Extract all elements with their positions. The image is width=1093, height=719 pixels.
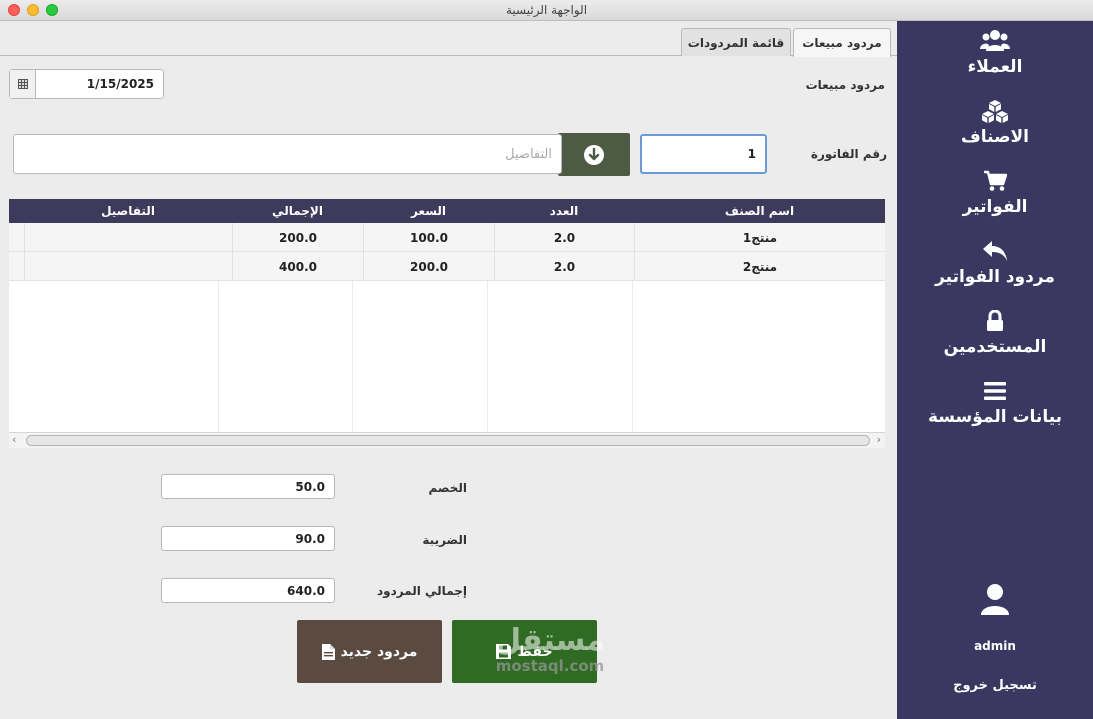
window-titlebar: الواجهة الرئيسية — [0, 0, 1093, 21]
details-input[interactable]: التفاصيل — [13, 134, 562, 174]
calendar-button[interactable] — [10, 70, 36, 98]
cell-details — [24, 223, 232, 252]
logout-link[interactable]: تسجيل خروج — [897, 678, 1093, 693]
sidebar-item-label: الفواتير — [962, 197, 1028, 217]
save-button[interactable]: حفظ — [452, 620, 597, 683]
sidebar-item-invoices[interactable]: الفواتير — [897, 169, 1093, 217]
sidebar-item-label: مردود الفواتير — [935, 267, 1055, 287]
cubes-icon — [982, 100, 1008, 123]
sidebar-item-users[interactable]: المستخدمين — [897, 309, 1093, 357]
tab-returns-list[interactable]: قائمة المردودات — [681, 28, 791, 56]
table-row[interactable]: منتج2 2.0 200.0 400.0 — [9, 252, 885, 281]
user-icon — [981, 584, 1009, 615]
items-table: اسم الصنف العدد السعر الإجمالي التفاصيل … — [9, 199, 885, 432]
column-header-total[interactable]: الإجمالي — [232, 199, 363, 223]
date-value: 1/15/2025 — [86, 77, 154, 91]
table-row[interactable]: منتج1 2.0 100.0 200.0 — [9, 223, 885, 252]
cell-item-name: منتج1 — [634, 223, 885, 252]
table-header: اسم الصنف العدد السعر الإجمالي التفاصيل — [9, 199, 885, 223]
column-header-item-name[interactable]: اسم الصنف — [634, 199, 885, 223]
sidebar: العملاء الاصناف الفواتير مردود الفواتير … — [897, 21, 1093, 719]
sidebar-item-label: بيانات المؤسسة — [927, 407, 1063, 427]
grid-column-line — [487, 281, 488, 432]
tab-sales-return[interactable]: مردود مبيعات — [793, 28, 891, 57]
reply-icon — [983, 241, 1007, 261]
floppy-disk-icon — [496, 644, 512, 659]
return-total-label: إجمالي المردود — [376, 584, 467, 598]
main-panel: مردود مبيعات قائمة المردودات مردود مبيعا… — [0, 21, 897, 719]
cart-icon — [984, 170, 1007, 191]
invoice-number-label: رقم الفاتورة — [810, 147, 887, 161]
menu-icon — [984, 382, 1006, 400]
sidebar-item-label: المستخدمين — [943, 337, 1047, 357]
tax-label: الضريبة — [422, 533, 467, 547]
sidebar-item-company-data[interactable]: بيانات المؤسسة — [897, 379, 1093, 427]
grid-column-line — [352, 281, 353, 432]
sidebar-item-label: العملاء — [967, 57, 1023, 77]
document-icon — [321, 643, 335, 660]
sidebar-item-label: الاصناف — [961, 127, 1029, 147]
sidebar-item-customers[interactable]: العملاء — [897, 29, 1093, 77]
discount-input[interactable]: 50.0 — [161, 474, 335, 499]
username-label: admin — [974, 639, 1016, 653]
arrow-down-circle-icon — [584, 144, 604, 165]
new-return-label: مردود جديد — [340, 643, 418, 660]
section-label: مردود مبيعات — [805, 78, 885, 92]
column-header-quantity[interactable]: العدد — [494, 199, 634, 223]
cell-item-name: منتج2 — [634, 252, 885, 281]
cell-quantity: 2.0 — [494, 223, 634, 252]
scroll-right-icon[interactable]: › — [877, 433, 881, 446]
users-icon — [980, 30, 1010, 51]
calendar-icon — [17, 79, 28, 89]
table-horizontal-scrollbar[interactable]: ‹ › — [9, 432, 885, 448]
scroll-left-icon[interactable]: ‹ — [12, 433, 16, 446]
cell-price: 100.0 — [363, 223, 494, 252]
sidebar-item-products[interactable]: الاصناف — [897, 99, 1093, 147]
cell-total: 200.0 — [232, 223, 363, 252]
cell-quantity: 2.0 — [494, 252, 634, 281]
tax-input[interactable]: 90.0 — [161, 526, 335, 551]
invoice-number-input[interactable]: 1 — [640, 134, 767, 174]
fetch-invoice-button[interactable] — [558, 133, 630, 176]
sidebar-item-invoice-returns[interactable]: مردود الفواتير — [897, 239, 1093, 287]
column-header-details[interactable]: التفاصيل — [24, 199, 232, 223]
lock-icon — [987, 310, 1003, 331]
column-header-price[interactable]: السعر — [363, 199, 494, 223]
return-total-input[interactable]: 640.0 — [161, 578, 335, 603]
discount-label: الخصم — [428, 481, 467, 495]
grid-column-line — [632, 281, 633, 432]
save-label: حفظ — [517, 643, 553, 660]
scrollbar-thumb[interactable] — [26, 435, 870, 446]
cell-details — [24, 252, 232, 281]
date-picker[interactable]: 1/15/2025 — [9, 69, 164, 99]
new-return-button[interactable]: مردود جديد — [297, 620, 442, 683]
window-title: الواجهة الرئيسية — [505, 3, 588, 17]
user-avatar — [897, 583, 1093, 619]
cell-price: 200.0 — [363, 252, 494, 281]
grid-column-line — [218, 281, 219, 432]
cell-total: 400.0 — [232, 252, 363, 281]
